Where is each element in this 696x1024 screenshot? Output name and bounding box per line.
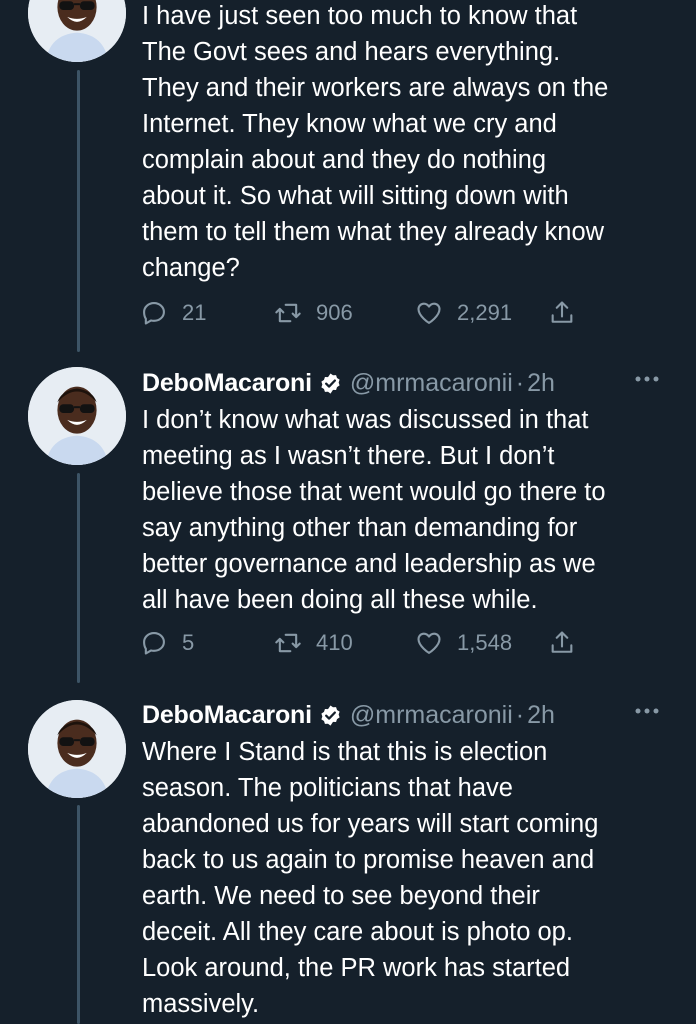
handle[interactable]: @mrmacaronii [350,369,513,398]
verified-badge-icon [321,704,340,726]
reply-icon [143,632,165,655]
verified-badge-icon [321,372,340,394]
like-count: 2,291 [457,300,513,325]
more-options-icon[interactable] [632,701,662,721]
thread-line-3 [77,805,80,1024]
avatar[interactable] [28,367,126,465]
tweet-text: I don’t know what was discussed in that … [142,406,606,614]
avatar[interactable] [28,0,126,62]
retweet-count: 410 [316,630,353,655]
timestamp[interactable]: 2h [527,701,555,730]
tweet-text: I have just seen too much to know that T… [142,2,609,282]
share-button[interactable] [548,299,580,327]
like-icon [417,302,441,324]
like-button[interactable]: 2,291 [415,299,512,327]
reply-count: 5 [182,630,195,655]
separator-dot: · [515,700,525,729]
tweet-actions: 5 410 1,548 [140,629,590,661]
retweet-icon [275,303,301,323]
share-button[interactable] [548,629,580,657]
like-count: 1,548 [457,630,513,655]
tweet-text: Where I Stand is that this is election s… [142,738,599,1018]
like-icon [417,632,441,654]
display-name[interactable]: DeboMacaroni [142,701,312,730]
avatar-image-icon [28,367,126,465]
retweet-button[interactable]: 906 [274,299,353,327]
thread-line-2 [77,473,80,683]
handle[interactable]: @mrmacaronii [350,701,513,730]
more-options-icon[interactable] [632,369,662,389]
share-icon [551,301,573,323]
tweet-header: DeboMacaroni @mrmacaronii · 2h [142,699,662,731]
avatar[interactable] [28,700,126,798]
reply-icon [143,302,165,325]
reply-count: 21 [182,300,207,325]
thread-line-1 [77,70,80,352]
avatar-image-icon [28,700,126,798]
like-button[interactable]: 1,548 [415,629,512,657]
reply-button[interactable]: 5 [140,629,194,657]
reply-button[interactable]: 21 [140,299,206,327]
display-name[interactable]: DeboMacaroni [142,369,312,398]
retweet-count: 906 [316,300,353,325]
retweet-button[interactable]: 410 [274,629,353,657]
tweet-header: DeboMacaroni @mrmacaronii · 2h [142,367,662,399]
retweet-icon [275,633,301,653]
timestamp[interactable]: 2h [527,369,555,398]
share-icon [551,631,573,653]
tweet-actions: 21 906 2,291 [140,299,590,331]
avatar-image-icon [28,0,126,62]
separator-dot: · [515,368,525,397]
